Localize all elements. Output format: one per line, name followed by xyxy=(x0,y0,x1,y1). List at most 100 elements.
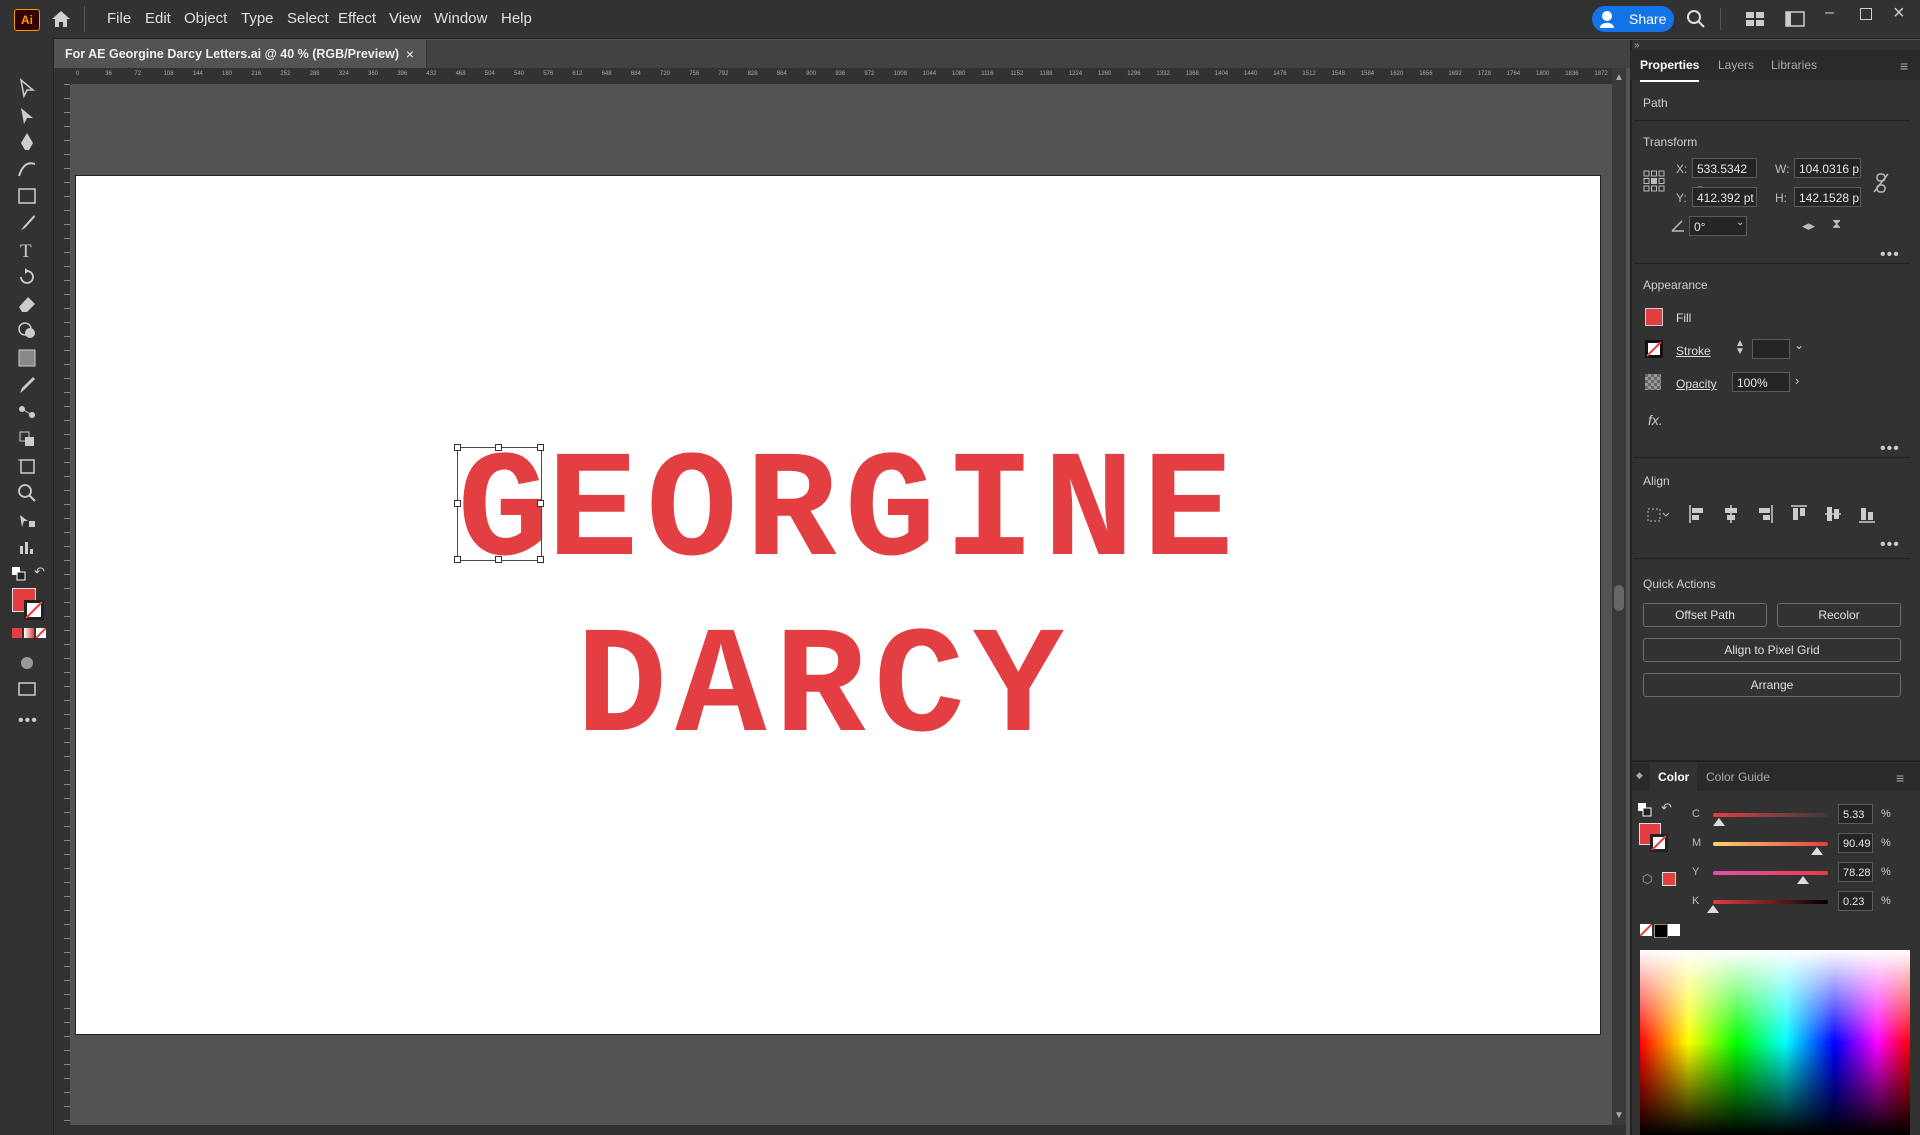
menu-select[interactable]: Select xyxy=(287,0,329,38)
opacity-field[interactable]: 100% xyxy=(1732,372,1790,392)
rectangle-tool-icon[interactable] xyxy=(16,185,38,207)
graph-tool-icon[interactable] xyxy=(16,536,38,558)
scroll-up-icon[interactable]: ▲ xyxy=(1614,72,1624,83)
blend-tool-icon[interactable] xyxy=(16,401,38,423)
channel-slider-track[interactable] xyxy=(1713,842,1828,846)
resize-handle[interactable] xyxy=(454,556,461,563)
resize-handle[interactable] xyxy=(495,556,502,563)
menu-window[interactable]: Window xyxy=(434,0,487,38)
word-georgine[interactable]: EORGINE xyxy=(547,438,1242,590)
flip-vertical-icon[interactable]: ⧗ xyxy=(1832,216,1841,232)
type-tool-icon[interactable]: T xyxy=(16,239,38,261)
vertical-scrollbar-thumb[interactable] xyxy=(1614,585,1624,611)
tab-properties[interactable]: Properties xyxy=(1640,50,1700,82)
close-tab-icon[interactable]: × xyxy=(406,40,414,68)
paintbrush-tool-icon[interactable] xyxy=(16,212,38,234)
stroke-color-swatch[interactable] xyxy=(1645,340,1663,358)
home-icon[interactable] xyxy=(50,8,72,30)
menu-help[interactable]: Help xyxy=(501,0,532,38)
channel-value-field[interactable]: 5.33 xyxy=(1838,804,1873,824)
align-right-icon[interactable] xyxy=(1756,504,1774,524)
hand-tool-icon[interactable] xyxy=(16,509,38,531)
swap-fill-stroke-icon[interactable]: ↶ xyxy=(1661,800,1672,816)
opacity-expand-icon[interactable]: › xyxy=(1795,373,1799,388)
channel-value-field[interactable]: 78.28 xyxy=(1838,862,1873,882)
menu-file[interactable]: File xyxy=(107,0,131,38)
stroke-weight-stepper[interactable]: ▲ ▼ xyxy=(1735,339,1745,357)
fill-color-swatch[interactable] xyxy=(1645,308,1663,326)
eraser-tool-icon[interactable] xyxy=(16,293,38,315)
width-field[interactable]: 104.0316 p xyxy=(1794,158,1861,178)
word-darcy[interactable]: DARCY xyxy=(576,614,1072,766)
workspace-icon[interactable] xyxy=(1785,9,1805,29)
draw-mode-icon[interactable] xyxy=(16,652,38,674)
channel-slider-track[interactable] xyxy=(1713,871,1828,875)
color-mode-icon[interactable] xyxy=(12,628,22,638)
arrange-button[interactable]: Arrange xyxy=(1643,673,1901,697)
rotate-tool-icon[interactable] xyxy=(16,266,38,288)
tab-layers[interactable]: Layers xyxy=(1718,50,1754,80)
gradient-tool-icon[interactable] xyxy=(16,347,38,369)
ruler-origin[interactable] xyxy=(54,68,70,84)
zoom-tool-icon[interactable] xyxy=(16,482,38,504)
resize-handle[interactable] xyxy=(537,500,544,507)
resize-handle[interactable] xyxy=(537,444,544,451)
swap-colors-icon[interactable]: ↶ xyxy=(34,564,45,580)
transform-more-options[interactable]: ••• xyxy=(1880,247,1900,263)
align-bottom-icon[interactable] xyxy=(1858,504,1876,524)
channel-slider-track[interactable] xyxy=(1713,900,1828,904)
out-of-gamut-icon[interactable]: ⬡ xyxy=(1642,872,1652,886)
none-color-swatch[interactable] xyxy=(1640,924,1652,936)
menu-effect[interactable]: Effect xyxy=(338,0,376,38)
color-stroke-swatch[interactable] xyxy=(1650,834,1668,852)
gamut-color-swatch[interactable] xyxy=(1662,872,1676,886)
y-field[interactable]: 412.392 pt xyxy=(1692,187,1757,207)
symbol-sprayer-tool-icon[interactable] xyxy=(16,428,38,450)
align-more-options[interactable]: ••• xyxy=(1880,537,1900,553)
opacity-label[interactable]: Opacity xyxy=(1676,377,1717,391)
menu-object[interactable]: Object xyxy=(184,0,227,38)
color-panel-menu-icon[interactable]: ≡ xyxy=(1896,770,1904,786)
eyedropper-tool-icon[interactable] xyxy=(16,374,38,396)
align-left-icon[interactable] xyxy=(1688,504,1706,524)
resize-handle[interactable] xyxy=(454,444,461,451)
align-vertical-center-icon[interactable] xyxy=(1824,504,1842,524)
resize-handle[interactable] xyxy=(537,556,544,563)
selection-tool-icon[interactable] xyxy=(16,77,38,99)
document-tab[interactable]: For AE Georgine Darcy Letters.ai @ 40 % … xyxy=(54,40,427,68)
shape-builder-tool-icon[interactable] xyxy=(16,320,38,342)
stroke-weight-field[interactable] xyxy=(1752,339,1790,359)
artboard-tool-icon[interactable] xyxy=(16,455,38,477)
edit-toolbar-icon[interactable]: ••• xyxy=(18,712,38,730)
x-field[interactable]: 533.5342 p xyxy=(1692,158,1757,196)
resize-handle[interactable] xyxy=(495,444,502,451)
align-horizontal-center-icon[interactable] xyxy=(1722,504,1740,524)
rotate-dropdown-icon[interactable]: ⌄ xyxy=(1736,217,1744,228)
white-swatch[interactable] xyxy=(1668,924,1680,936)
channel-slider-track[interactable] xyxy=(1713,813,1828,817)
maximize-icon[interactable] xyxy=(1860,8,1872,20)
none-mode-icon[interactable] xyxy=(36,628,46,638)
channel-slider-thumb[interactable] xyxy=(1713,818,1726,826)
stroke-label[interactable]: Stroke xyxy=(1676,344,1711,358)
direct-selection-tool-icon[interactable] xyxy=(16,105,38,127)
default-fill-stroke-icon[interactable] xyxy=(1638,803,1652,817)
height-field[interactable]: 142.1528 p xyxy=(1794,187,1861,207)
minimize-icon[interactable]: – xyxy=(1825,4,1834,22)
color-spectrum[interactable] xyxy=(1640,950,1910,1135)
align-to-pixel-grid-button[interactable]: Align to Pixel Grid xyxy=(1643,638,1901,662)
effects-icon[interactable]: fx. xyxy=(1648,412,1663,428)
channel-slider-thumb[interactable] xyxy=(1797,876,1810,884)
offset-path-button[interactable]: Offset Path xyxy=(1643,603,1767,627)
flip-horizontal-icon[interactable]: ◂▸ xyxy=(1802,218,1815,234)
align-top-icon[interactable] xyxy=(1790,504,1808,524)
menu-view[interactable]: View xyxy=(389,0,421,38)
tab-color[interactable]: Color xyxy=(1650,763,1698,791)
default-colors-icon[interactable] xyxy=(12,567,26,581)
stroke-swatch[interactable] xyxy=(24,600,44,620)
collapse-arrows-icon[interactable]: ◆ xyxy=(1636,770,1643,781)
channel-value-field[interactable]: 0.23 xyxy=(1838,891,1873,911)
scroll-down-icon[interactable]: ▼ xyxy=(1614,1110,1624,1121)
screen-mode-icon[interactable] xyxy=(16,678,38,700)
channel-slider-thumb[interactable] xyxy=(1811,847,1824,855)
